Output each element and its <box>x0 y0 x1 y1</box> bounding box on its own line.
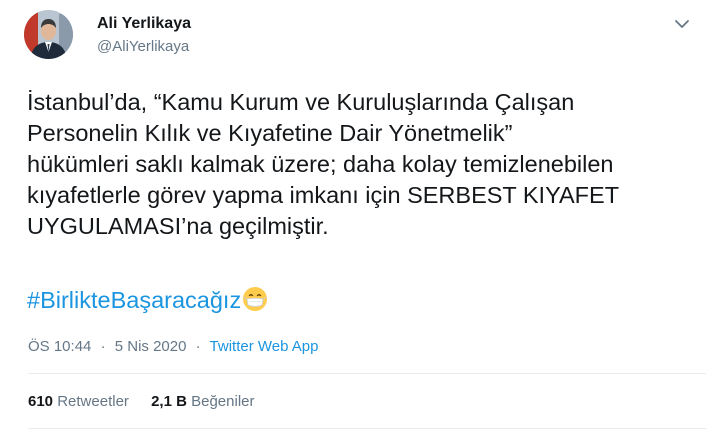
tweet-text-line: Personelin Kılık ve Kıyafetine Dair Yöne… <box>27 120 513 146</box>
tweet-card: Ali Yerlikaya @AliYerlikaya İstanbul’da,… <box>0 0 706 431</box>
hashtag-row: #BirlikteBaşaracağız <box>27 285 268 320</box>
retweets-stat[interactable]: 610 Retweetler <box>28 393 129 410</box>
retweets-count: 610 <box>28 393 54 410</box>
tweet-text-line: İstanbul’da, “Kamu Kurum ve Kuruluşların… <box>27 89 575 115</box>
meta-separator: · <box>195 338 201 355</box>
tweet-stats: 610 Retweetler 2,1 B Beğeniler <box>28 393 255 410</box>
face-with-medical-mask-icon <box>242 286 268 320</box>
tweet-text-line: hükümleri saklı kalmak üzere; daha kolay… <box>27 151 614 177</box>
chevron-down-icon[interactable] <box>672 14 692 34</box>
likes-count: 2,1 B <box>151 393 187 410</box>
meta-separator: · <box>100 338 106 355</box>
tweet-time[interactable]: ÖS 10:44 <box>28 338 91 355</box>
retweets-label: Retweetler <box>57 393 129 410</box>
author-name[interactable]: Ali Yerlikaya <box>97 15 191 33</box>
divider <box>28 428 706 429</box>
tweet-meta: ÖS 10:44 · 5 Nis 2020 · Twitter Web App <box>28 338 318 355</box>
hashtag-link[interactable]: #BirlikteBaşaracağız <box>27 287 241 313</box>
avatar[interactable] <box>24 10 73 59</box>
author-handle[interactable]: @AliYerlikaya <box>97 38 189 55</box>
divider <box>28 373 706 374</box>
tweet-text-line: UYGULAMASI’na geçilmiştir. <box>27 213 329 239</box>
tweet-date[interactable]: 5 Nis 2020 <box>115 338 187 355</box>
tweet-text: İstanbul’da, “Kamu Kurum ve Kuruluşların… <box>27 87 687 242</box>
tweet-source-link[interactable]: Twitter Web App <box>210 338 319 355</box>
likes-label: Beğeniler <box>191 393 255 410</box>
tweet-text-line: kıyafetlerle görev yapma imkanı için SER… <box>27 182 620 208</box>
likes-stat[interactable]: 2,1 B Beğeniler <box>151 393 254 410</box>
